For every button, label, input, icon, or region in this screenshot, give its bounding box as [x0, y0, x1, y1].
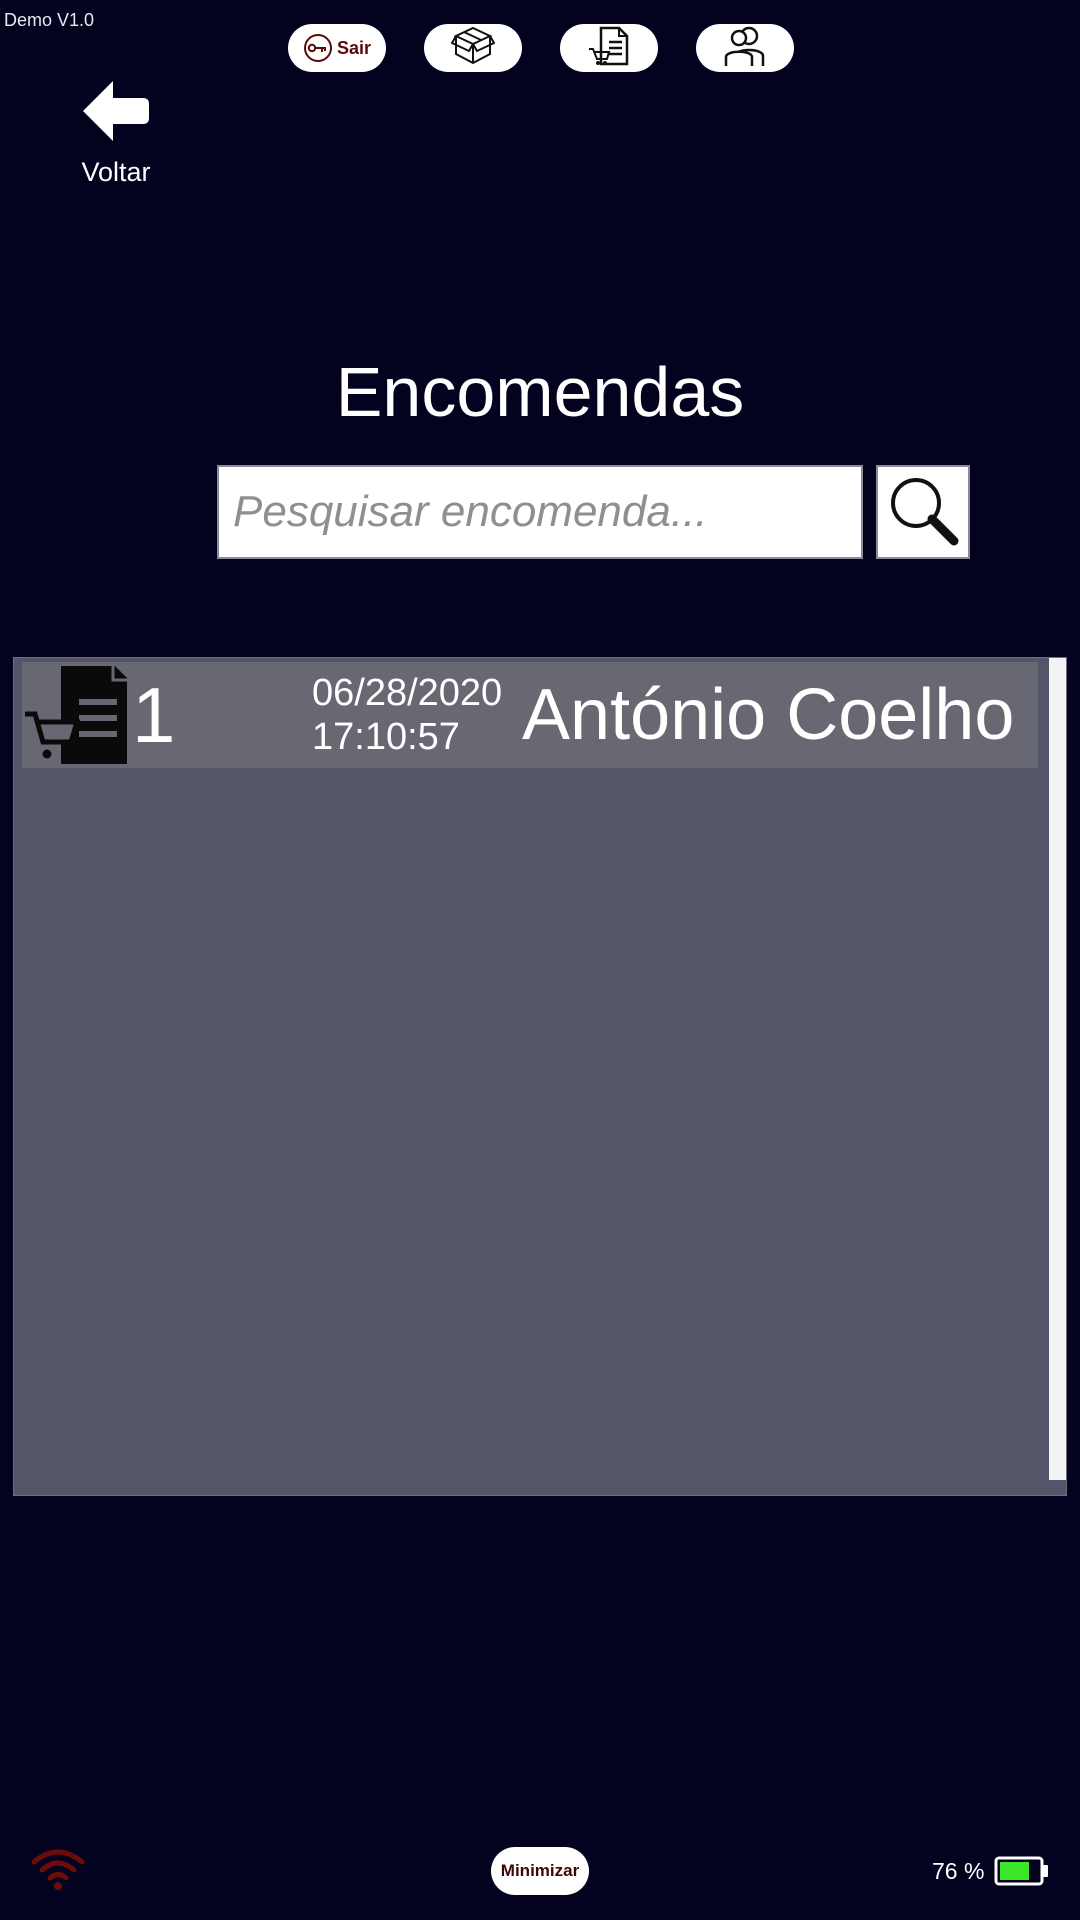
- list-scrollbar[interactable]: [1049, 658, 1066, 1480]
- minimize-button[interactable]: Minimizar: [491, 1847, 589, 1895]
- search-button[interactable]: [876, 465, 970, 559]
- order-row[interactable]: 1 06/28/2020 17:10:57 António Coelho: [22, 662, 1038, 768]
- app-version: Demo V1.0: [4, 10, 95, 30]
- battery-icon: [994, 1856, 1050, 1891]
- logout-button[interactable]: Sair: [288, 24, 386, 72]
- arrow-left-icon: [81, 81, 151, 148]
- order-datetime: 06/28/2020 17:10:57: [312, 671, 522, 759]
- battery-percentage: 76 %: [932, 1858, 985, 1884]
- page-title: Encomendas: [335, 353, 745, 431]
- back-button[interactable]: Voltar: [66, 78, 166, 188]
- wifi-icon: [30, 1848, 86, 1897]
- logout-label: Sair: [336, 37, 372, 58]
- products-box-icon: [450, 25, 496, 72]
- order-date: 06/28/2020: [312, 672, 503, 714]
- top-navigation: Sair: [288, 24, 794, 72]
- users-icon: [722, 24, 768, 73]
- search-input[interactable]: [217, 465, 863, 559]
- order-customer: António Coelho: [522, 675, 1015, 755]
- order-time: 17:10:57: [312, 716, 460, 758]
- order-cart-document-icon: [22, 662, 132, 768]
- battery-fill: [1000, 1862, 1029, 1880]
- key-icon: [303, 33, 333, 63]
- back-label: Voltar: [81, 157, 151, 187]
- orders-list[interactable]: 1 06/28/2020 17:10:57 António Coelho: [13, 657, 1067, 1496]
- orders-button[interactable]: [560, 24, 658, 72]
- products-button[interactable]: [424, 24, 522, 72]
- order-number: 1: [132, 670, 176, 759]
- users-button[interactable]: [696, 24, 794, 72]
- orders-screen: Demo V1.0 Sair Voltar Encomendas Pesquis…: [0, 0, 1080, 1920]
- orders-icon: [587, 25, 631, 72]
- magnifier-icon: [886, 473, 960, 552]
